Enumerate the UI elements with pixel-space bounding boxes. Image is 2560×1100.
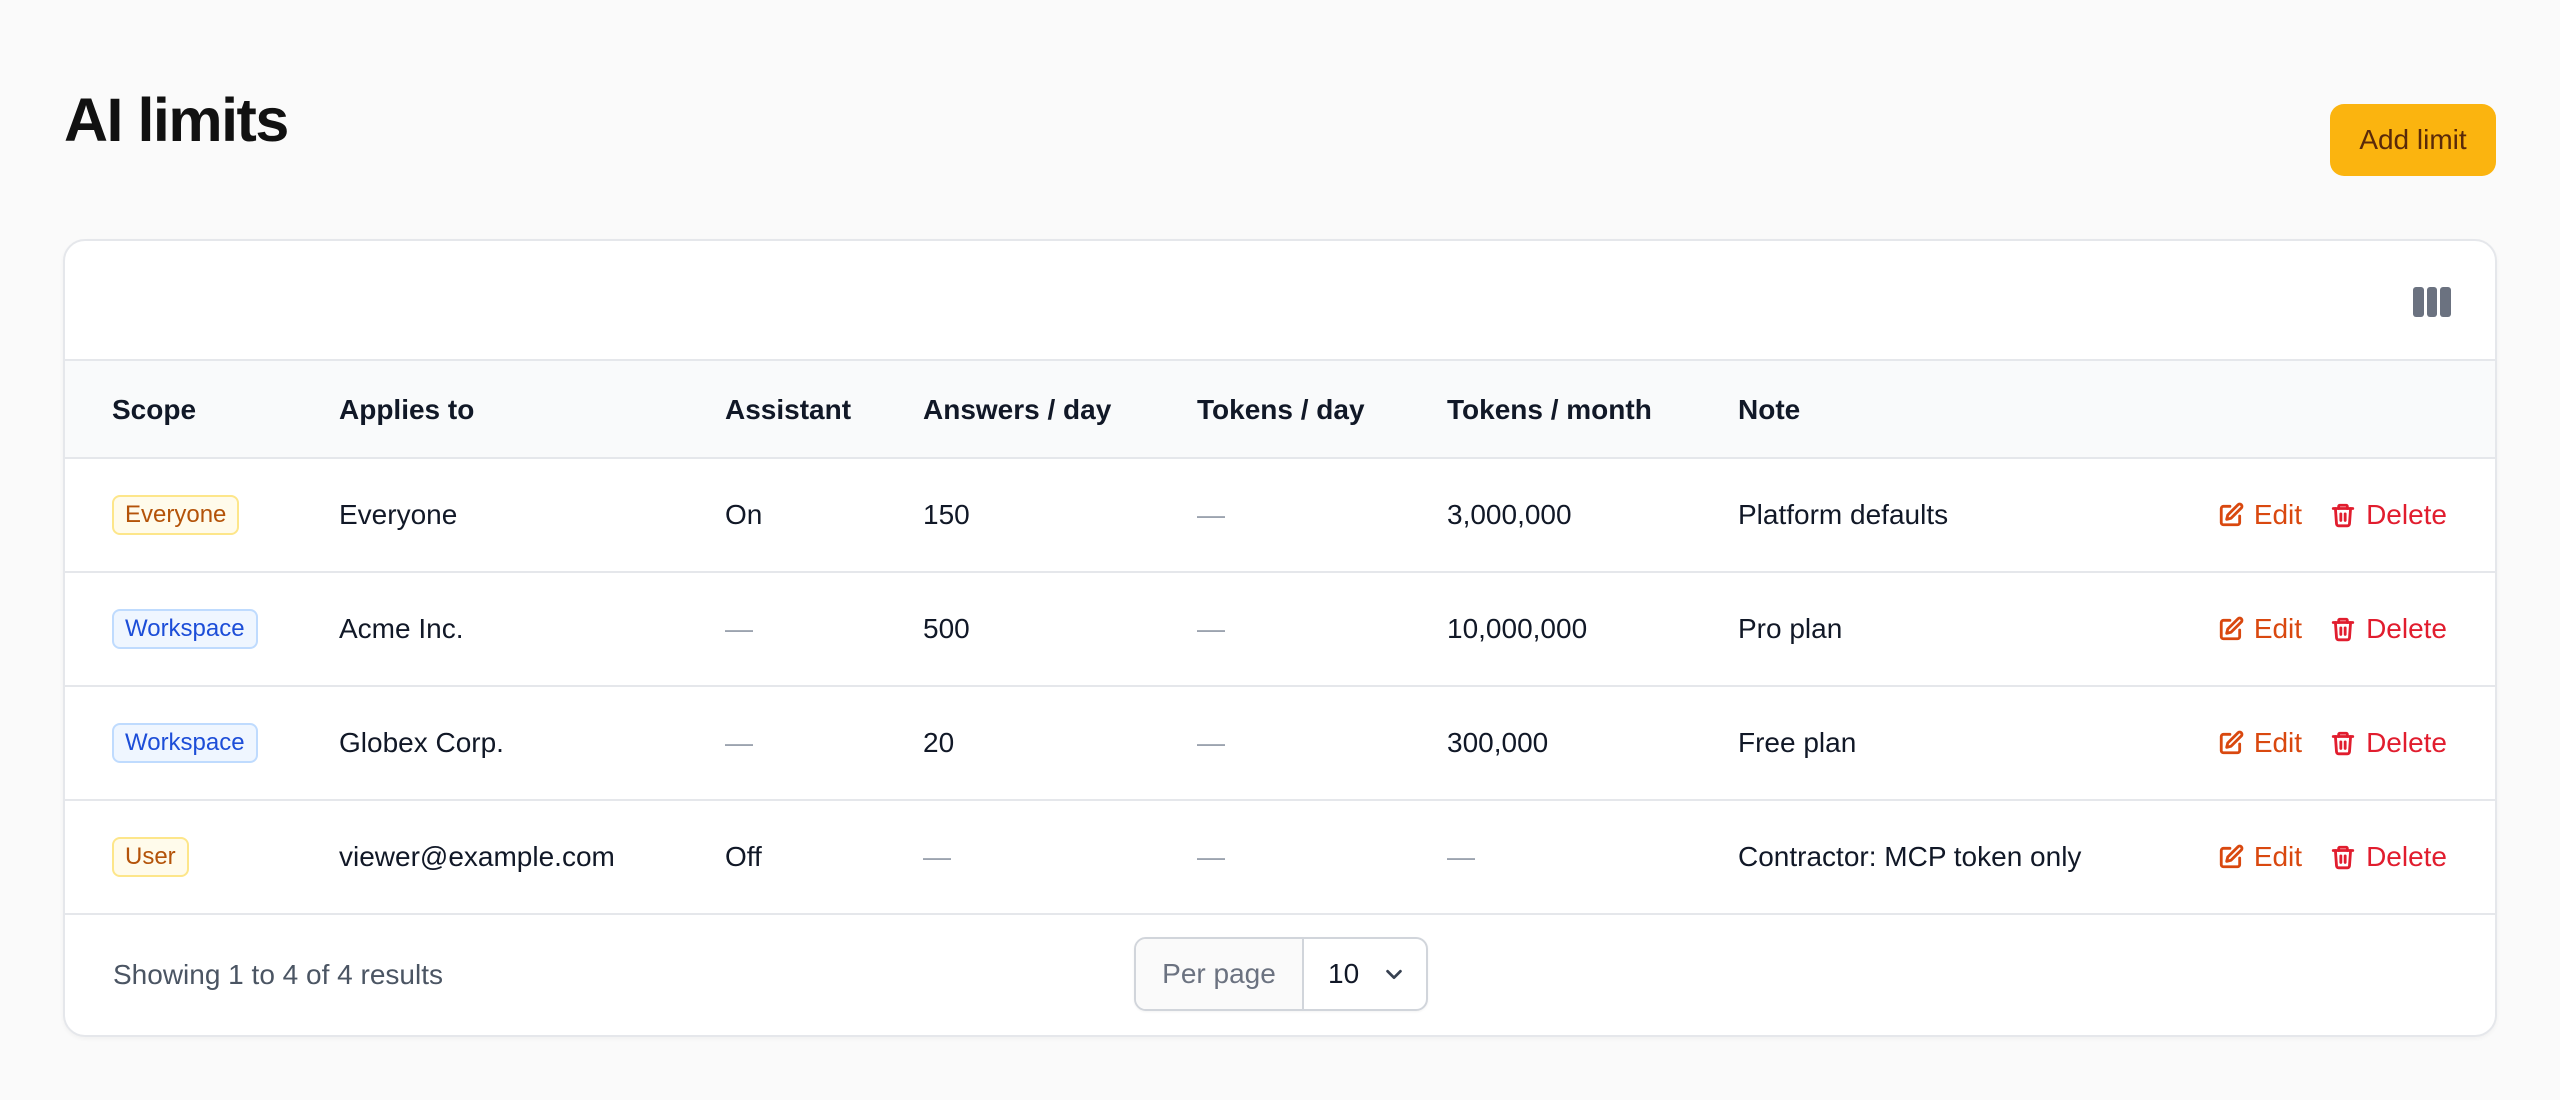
columns-icon[interactable] bbox=[2413, 287, 2452, 317]
delete-label: Delete bbox=[2366, 841, 2447, 872]
column-header-scope[interactable]: Scope bbox=[112, 361, 196, 459]
cell-tokens-day: — bbox=[1197, 727, 1225, 758]
limits-table-card: Scope Applies to Assistant Answers / day… bbox=[63, 239, 2497, 1037]
per-page-label: Per page bbox=[1136, 939, 1304, 1009]
edit-button[interactable]: Edit bbox=[2218, 727, 2302, 759]
cell-note: Free plan bbox=[1738, 727, 1857, 758]
cell-scope: Workspace bbox=[112, 687, 258, 799]
cell-assistant: Off bbox=[725, 841, 762, 872]
delete-label: Delete bbox=[2366, 613, 2447, 644]
edit-label: Edit bbox=[2253, 727, 2303, 758]
ai-limits-page: AI limits Add limit Scope Applies to Ass… bbox=[0, 0, 2560, 1100]
cell-note: Platform defaults bbox=[1738, 499, 1949, 530]
cell-scope: User bbox=[112, 801, 189, 913]
cell-applies-to: Globex Corp. bbox=[339, 727, 504, 758]
cell-tokens-month: 10,000,000 bbox=[1447, 613, 1588, 644]
cell-tokens-day: — bbox=[1197, 499, 1225, 530]
delete-button[interactable]: Delete bbox=[2330, 727, 2447, 759]
column-header-note[interactable]: Note bbox=[1738, 361, 1800, 459]
results-summary: Showing 1 to 4 of 4 results bbox=[113, 959, 443, 990]
trash-icon bbox=[2331, 731, 2355, 756]
per-page-control: Per page 10 bbox=[1134, 937, 1428, 1011]
delete-button[interactable]: Delete bbox=[2330, 499, 2447, 531]
row-actions: Edit Delete bbox=[2218, 573, 2447, 685]
table-row: Workspace Globex Corp. — 20 — 300,000 Free pla… bbox=[65, 687, 2495, 801]
table-row: User viewer@example.com Off — — — Contractor: … bbox=[65, 801, 2495, 915]
edit-button[interactable]: Edit bbox=[2218, 841, 2302, 873]
cell-assistant: — bbox=[725, 613, 753, 644]
edit-label: Edit bbox=[2253, 613, 2303, 644]
cell-scope: Everyone bbox=[112, 459, 240, 571]
cell-note: Pro plan bbox=[1738, 613, 1843, 644]
row-actions: Edit Delete bbox=[2218, 801, 2447, 913]
column-header-tokens-month[interactable]: Tokens / month bbox=[1447, 361, 1652, 459]
cell-answers-day: 20 bbox=[923, 727, 955, 758]
page-title: AI limits bbox=[64, 86, 289, 154]
cell-applies-to: viewer@example.com bbox=[339, 841, 615, 872]
trash-icon bbox=[2331, 617, 2355, 642]
scope-badge: Workspace bbox=[112, 723, 258, 763]
cell-tokens-day: — bbox=[1197, 841, 1225, 872]
cell-applies-to: Everyone bbox=[339, 499, 458, 530]
scope-badge: Workspace bbox=[112, 609, 258, 649]
trash-icon bbox=[2331, 503, 2355, 528]
row-actions: Edit Delete bbox=[2218, 687, 2447, 799]
column-header-tokens-day[interactable]: Tokens / day bbox=[1197, 361, 1365, 459]
delete-label: Delete bbox=[2366, 499, 2447, 530]
cell-assistant: On bbox=[725, 499, 763, 530]
column-header-applies-to[interactable]: Applies to bbox=[339, 361, 474, 459]
column-header-answers-day[interactable]: Answers / day bbox=[923, 361, 1111, 459]
cell-answers-day: 500 bbox=[923, 613, 970, 644]
edit-icon bbox=[2219, 730, 2244, 755]
chevron-down-icon bbox=[1386, 969, 1402, 980]
cell-answers-day: — bbox=[923, 841, 951, 872]
edit-icon bbox=[2219, 502, 2244, 527]
cell-tokens-day: — bbox=[1197, 613, 1225, 644]
cell-assistant: — bbox=[725, 727, 753, 758]
delete-label: Delete bbox=[2366, 727, 2447, 758]
edit-button[interactable]: Edit bbox=[2218, 499, 2302, 531]
trash-icon bbox=[2331, 845, 2355, 870]
cell-note: Contractor: MCP token only bbox=[1738, 841, 2082, 872]
cell-scope: Workspace bbox=[112, 573, 258, 685]
edit-button[interactable]: Edit bbox=[2218, 613, 2302, 645]
delete-button[interactable]: Delete bbox=[2330, 841, 2447, 873]
scope-badge: Everyone bbox=[112, 495, 240, 535]
cell-tokens-month: 300,000 bbox=[1447, 727, 1549, 758]
table-row: Workspace Acme Inc. — 500 — 10,000,000 Pro pla… bbox=[65, 573, 2495, 687]
table-row: Everyone Everyone On 150 — 3,000,000 Platform … bbox=[65, 459, 2495, 573]
delete-button[interactable]: Delete bbox=[2330, 613, 2447, 645]
edit-label: Edit bbox=[2253, 499, 2303, 530]
edit-icon bbox=[2219, 616, 2244, 641]
column-header-assistant[interactable]: Assistant bbox=[725, 361, 851, 459]
per-page-value: 10 bbox=[1328, 958, 1360, 989]
edit-label: Edit bbox=[2253, 841, 2303, 872]
table-footer: Showing 1 to 4 of 4 results Per page 10 bbox=[65, 915, 2495, 1035]
table-toolbar bbox=[65, 241, 2495, 361]
add-limit-button[interactable]: Add limit bbox=[2330, 104, 2496, 176]
table-header: Scope Applies to Assistant Answers / day… bbox=[65, 361, 2495, 459]
edit-icon bbox=[2219, 844, 2244, 869]
cell-answers-day: 150 bbox=[923, 499, 970, 530]
row-actions: Edit Delete bbox=[2218, 459, 2447, 571]
scope-badge: User bbox=[112, 837, 189, 877]
cell-applies-to: Acme Inc. bbox=[339, 613, 464, 644]
cell-tokens-month: 3,000,000 bbox=[1447, 499, 1572, 530]
per-page-select[interactable]: 10 bbox=[1304, 939, 1426, 1009]
table-body: Everyone Everyone On 150 — 3,000,000 Platform … bbox=[65, 459, 2495, 915]
cell-tokens-month: — bbox=[1447, 841, 1475, 872]
